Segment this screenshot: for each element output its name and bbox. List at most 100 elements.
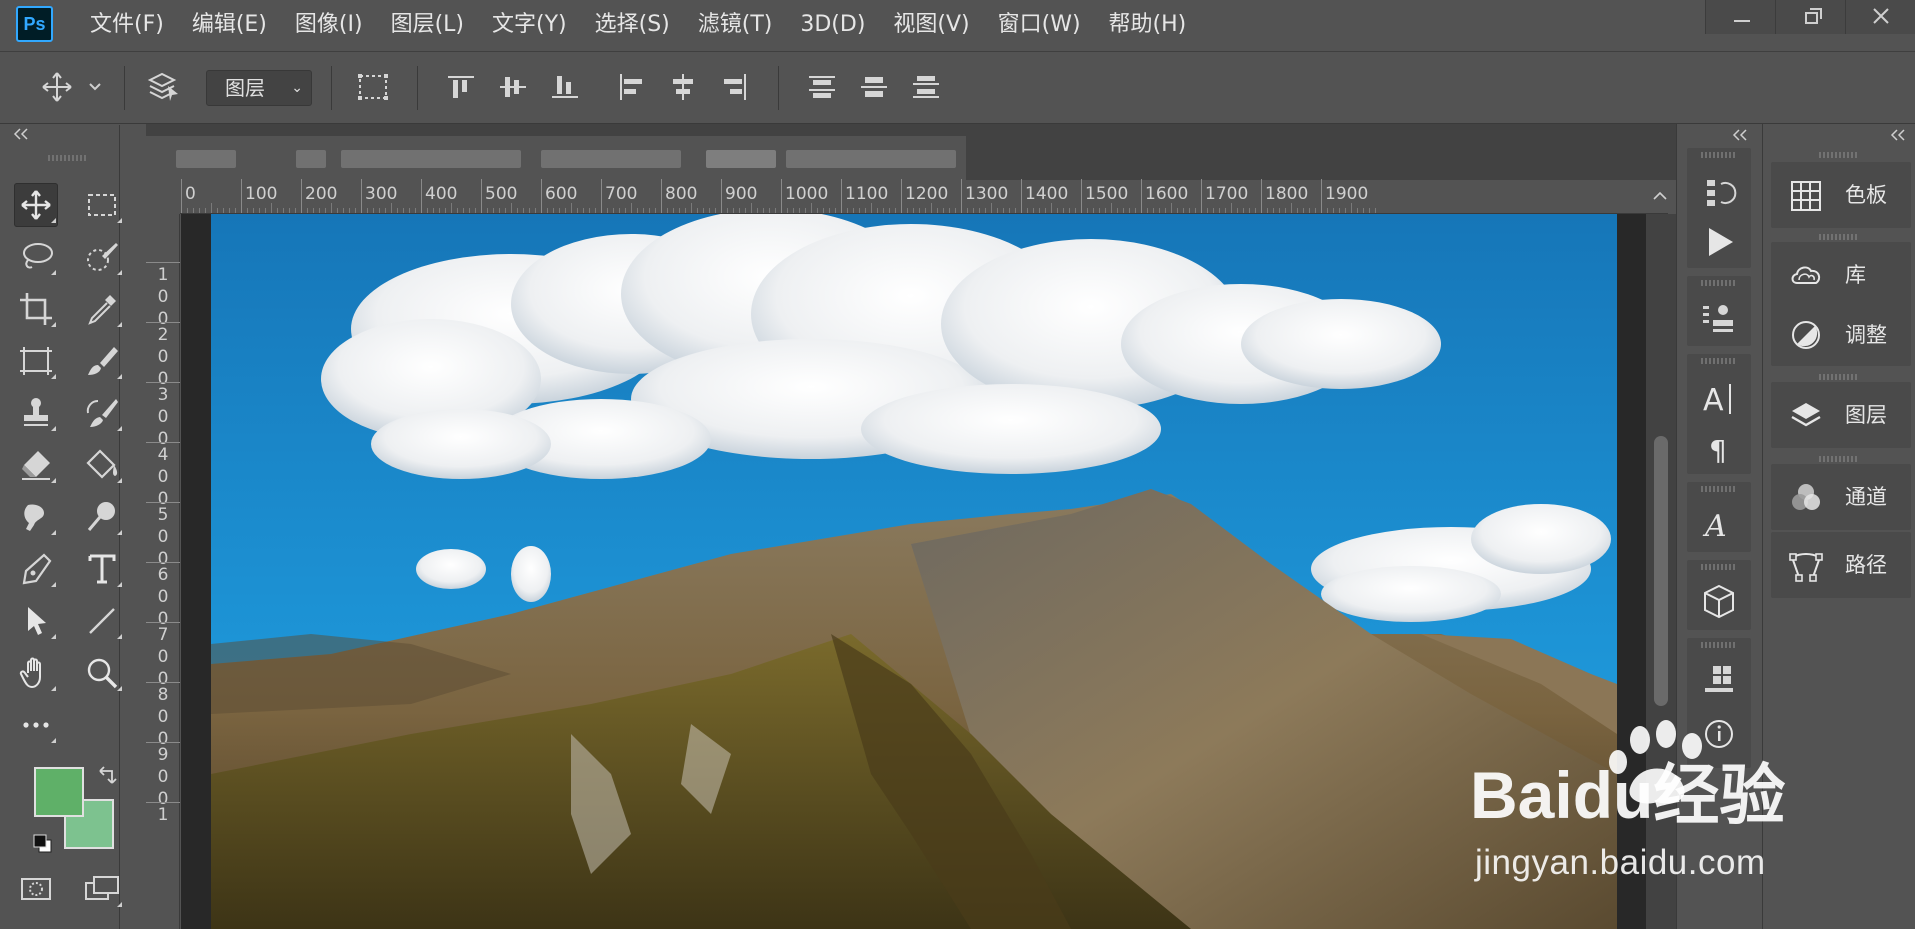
scrollbar-thumb[interactable] <box>1654 436 1668 706</box>
ruler-tick-label: 1 <box>157 805 169 825</box>
dodge-tool[interactable] <box>80 495 124 539</box>
ruler-minor-tick <box>895 208 896 213</box>
align-horizontal-center-button[interactable] <box>666 70 700 104</box>
ruler-minor-tick <box>493 208 494 213</box>
stamp-tool[interactable] <box>14 391 58 435</box>
align-right-icon <box>724 74 746 100</box>
align-vertical-center-button[interactable] <box>496 70 530 104</box>
align-right-button[interactable] <box>718 70 752 104</box>
ruler-tick-label: 400 <box>425 184 458 204</box>
show-transform-controls-button[interactable] <box>356 70 390 104</box>
panel-layers[interactable]: 图层 <box>1771 382 1911 448</box>
history-brush-tool[interactable] <box>80 391 124 435</box>
ruler-minor-tick <box>793 208 794 213</box>
lasso-tool[interactable] <box>14 235 58 279</box>
default-colors-icon[interactable] <box>32 833 54 855</box>
chevron-down-icon[interactable] <box>88 82 102 92</box>
screen-mode-button[interactable] <box>80 867 124 911</box>
minimize-button[interactable] <box>1705 0 1775 34</box>
timeline-group <box>1687 638 1751 768</box>
ruler-minor-tick <box>1279 208 1280 213</box>
pen-tool[interactable] <box>14 547 58 591</box>
type-tool[interactable] <box>80 547 124 591</box>
panel-libraries[interactable]: 库 <box>1771 242 1911 304</box>
distribute-bottom-button[interactable] <box>909 70 943 104</box>
glyphs-panel-button[interactable]: A <box>1697 502 1741 546</box>
menu-window[interactable]: 窗口(W) <box>984 0 1095 52</box>
panel-adjustments[interactable]: 调整 <box>1771 304 1911 366</box>
panel-swatches[interactable]: 色板 <box>1771 162 1911 228</box>
ruler-minor-tick <box>445 208 446 213</box>
ruler-minor-tick <box>679 208 680 213</box>
history-panel-button[interactable] <box>1697 170 1741 214</box>
actions-panel-button[interactable] <box>1697 220 1741 264</box>
ruler-minor-tick <box>235 208 236 213</box>
3d-panel-button[interactable] <box>1697 580 1741 624</box>
panel-grip[interactable] <box>48 155 88 161</box>
align-left-button[interactable] <box>614 70 648 104</box>
ruler-origin[interactable] <box>146 180 180 214</box>
paint-bucket-tool[interactable] <box>80 443 124 487</box>
crop-tool[interactable] <box>14 287 58 331</box>
marquee-tool[interactable] <box>80 183 124 227</box>
menu-3d[interactable]: 3D(D) <box>786 0 879 52</box>
layer-comps-panel-button[interactable] <box>1697 658 1741 702</box>
paragraph-panel-button[interactable]: ¶ <box>1697 426 1741 470</box>
distribute-vertical-center-button[interactable] <box>857 70 891 104</box>
path-selection-tool[interactable] <box>14 599 58 643</box>
vertical-scrollbar[interactable] <box>1646 214 1676 929</box>
collapse-panel-icon[interactable] <box>12 127 32 141</box>
eraser-tool[interactable] <box>14 443 58 487</box>
ruler-minor-tick <box>1213 208 1214 213</box>
line-tool[interactable] <box>80 599 124 643</box>
swap-colors-icon[interactable] <box>96 765 118 787</box>
properties-panel-button[interactable] <box>1697 296 1741 340</box>
menu-image[interactable]: 图像(I) <box>281 0 377 52</box>
distribute-top-button[interactable] <box>805 70 839 104</box>
move-tool[interactable] <box>14 183 58 227</box>
quick-selection-tool[interactable] <box>80 235 124 279</box>
menu-edit[interactable]: 编辑(E) <box>178 0 281 52</box>
ruler-minor-tick <box>805 208 806 213</box>
ruler-tick <box>901 179 902 213</box>
menu-view[interactable]: 视图(V) <box>879 0 983 52</box>
align-bottom-button[interactable] <box>548 70 582 104</box>
auto-select-target-select[interactable]: 图层 ⌄ <box>206 70 312 106</box>
more-tools-button[interactable] <box>14 703 58 747</box>
frame-tool[interactable] <box>14 339 58 383</box>
document-tab[interactable] <box>146 136 966 180</box>
brush-tool[interactable] <box>80 339 124 383</box>
smudge-tool[interactable] <box>14 495 58 539</box>
collapse-panel-icon[interactable] <box>1889 128 1909 142</box>
eyedropper-tool[interactable] <box>80 287 124 331</box>
menu-file[interactable]: 文件(F) <box>76 0 178 52</box>
close-button[interactable] <box>1845 0 1915 34</box>
ruler-minor-tick <box>403 208 404 213</box>
ruler-minor-tick <box>919 208 920 213</box>
menu-help[interactable]: 帮助(H) <box>1095 0 1201 52</box>
hand-tool[interactable] <box>14 651 58 695</box>
panel-label: 色板 <box>1845 183 1887 207</box>
ruler-minor-tick <box>733 208 734 213</box>
menu-select[interactable]: 选择(S) <box>581 0 684 52</box>
character-panel-button[interactable]: A <box>1697 376 1741 420</box>
auto-select-target-value: 图层 <box>225 76 265 100</box>
chevron-up-icon[interactable] <box>1652 190 1668 202</box>
document-canvas[interactable] <box>211 214 1617 929</box>
panel-channels[interactable]: 通道 <box>1771 464 1911 530</box>
menu-layer[interactable]: 图层(L) <box>377 0 478 52</box>
collapse-panel-icon[interactable] <box>1731 128 1751 142</box>
menu-filter[interactable]: 滤镜(T) <box>684 0 787 52</box>
options-bar: 图层 ⌄ <box>0 52 1915 124</box>
zoom-tool[interactable] <box>80 651 124 695</box>
move-tool-preset[interactable] <box>40 70 74 104</box>
menu-type[interactable]: 文字(Y) <box>478 0 581 52</box>
ruler-minor-tick <box>955 208 956 213</box>
info-panel-button[interactable] <box>1697 712 1741 756</box>
panel-paths[interactable]: 路径 <box>1771 532 1911 598</box>
auto-select-layers-button[interactable] <box>146 70 180 104</box>
quick-mask-button[interactable] <box>14 867 58 911</box>
foreground-color-swatch[interactable] <box>34 767 84 817</box>
align-top-button[interactable] <box>444 70 478 104</box>
restore-button[interactable] <box>1775 0 1845 34</box>
